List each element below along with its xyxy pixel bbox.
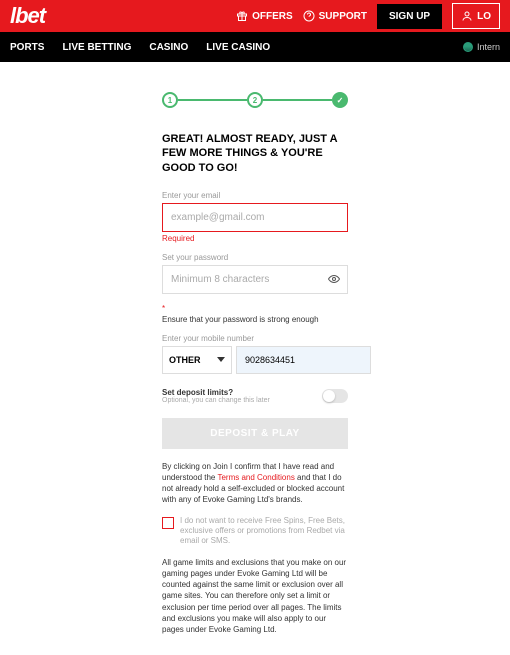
country-value: OTHER: [169, 355, 201, 365]
mobile-input[interactable]: [236, 346, 371, 374]
nav-bar: PORTS LIVE BETTING CASINO LIVE CASINO In…: [0, 32, 510, 62]
offers-label: OFFERS: [252, 11, 293, 22]
deposit-limits-row: Set deposit limits? Optional, you can ch…: [162, 388, 348, 404]
header-actions: OFFERS SUPPORT SIGN UP LO: [236, 3, 500, 29]
nav-item-casino[interactable]: CASINO: [149, 42, 188, 53]
email-input[interactable]: [162, 203, 348, 232]
page-heading: GREAT! ALMOST READY, JUST A FEW MORE THI…: [162, 132, 348, 175]
login-button[interactable]: LO: [452, 3, 500, 29]
support-link[interactable]: SUPPORT: [303, 10, 367, 22]
support-label: SUPPORT: [319, 11, 367, 22]
limits-disclaimer: All game limits and exclusions that you …: [162, 557, 348, 635]
submit-button[interactable]: DEPOSIT & PLAY: [162, 418, 348, 449]
step-2[interactable]: 2: [247, 92, 263, 108]
optout-text: I do not want to receive Free Spins, Fre…: [180, 516, 348, 547]
logo[interactable]: lbet: [10, 3, 45, 29]
offers-link[interactable]: OFFERS: [236, 10, 293, 22]
optout-checkbox[interactable]: [162, 517, 174, 529]
terms-text: By clicking on Join I confirm that I hav…: [162, 461, 348, 506]
password-strength: * Ensure that your password is strong en…: [162, 304, 348, 324]
stepper: 1 2 ✓: [162, 92, 348, 108]
asterisk-icon: *: [162, 304, 348, 313]
user-icon: [461, 10, 473, 22]
header-bar: lbet OFFERS SUPPORT SIGN UP LO: [0, 0, 510, 32]
language-selector[interactable]: Intern: [463, 42, 500, 52]
mobile-label: Enter your mobile number: [162, 334, 348, 343]
password-input[interactable]: [162, 265, 348, 294]
gift-icon: [236, 10, 248, 22]
nav-items: PORTS LIVE BETTING CASINO LIVE CASINO: [10, 42, 270, 53]
email-label: Enter your email: [162, 191, 348, 200]
content-area: 1 2 ✓ GREAT! ALMOST READY, JUST A FEW MO…: [0, 62, 510, 655]
mobile-field-group: Enter your mobile number OTHER: [162, 334, 348, 374]
step-line: [178, 99, 247, 101]
language-label: Intern: [477, 42, 500, 52]
country-select[interactable]: OTHER: [162, 346, 232, 374]
signup-button[interactable]: SIGN UP: [377, 4, 442, 29]
password-hint: Ensure that your password is strong enou…: [162, 315, 348, 324]
nav-item-live-casino[interactable]: LIVE CASINO: [206, 42, 270, 53]
step-line: [263, 99, 332, 101]
password-field-group: Set your password: [162, 253, 348, 294]
nav-item-sports[interactable]: PORTS: [10, 42, 44, 53]
email-field-group: Enter your email Required: [162, 191, 348, 243]
optout-row: I do not want to receive Free Spins, Fre…: [162, 516, 348, 547]
eye-icon[interactable]: [328, 273, 340, 285]
nav-item-live-betting[interactable]: LIVE BETTING: [62, 42, 131, 53]
step-1[interactable]: 1: [162, 92, 178, 108]
login-label: LO: [477, 11, 491, 22]
step-3: ✓: [332, 92, 348, 108]
password-label: Set your password: [162, 253, 348, 262]
email-error: Required: [162, 234, 348, 243]
deposit-limits-sublabel: Optional, you can change this later: [162, 397, 270, 404]
terms-link[interactable]: Terms and Conditions: [217, 473, 294, 482]
signup-form: 1 2 ✓ GREAT! ALMOST READY, JUST A FEW MO…: [162, 82, 348, 635]
question-icon: [303, 10, 315, 22]
deposit-limits-label: Set deposit limits?: [162, 388, 270, 397]
chevron-down-icon: [217, 357, 225, 362]
deposit-limits-toggle[interactable]: [322, 389, 348, 403]
globe-icon: [463, 42, 473, 52]
